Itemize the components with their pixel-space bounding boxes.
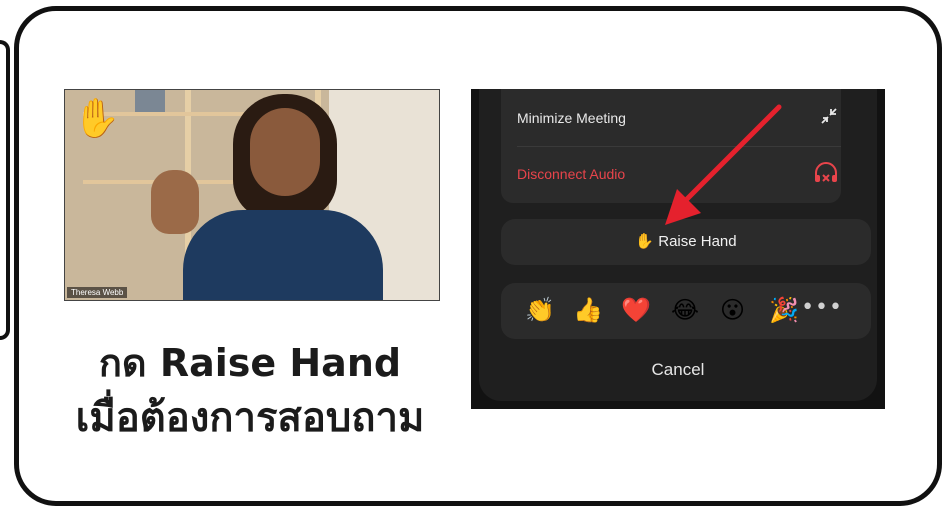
surprised-reaction-icon[interactable]: 😮 xyxy=(720,295,745,325)
thumbs-up-reaction-icon[interactable]: 👍 xyxy=(573,295,603,325)
disconnect-audio-button[interactable]: Disconnect Audio xyxy=(517,154,837,194)
menu-divider xyxy=(517,146,841,147)
person-face xyxy=(250,108,320,196)
raised-hand-icon: ✋ xyxy=(73,96,121,140)
tada-reaction-icon[interactable]: 🎉 xyxy=(769,295,799,325)
cancel-button[interactable]: Cancel xyxy=(479,355,877,385)
heart-reaction-icon[interactable]: ❤️ xyxy=(621,295,651,325)
minimize-icon xyxy=(819,106,839,131)
participant-video-tile: ✋ Theresa Webb xyxy=(64,89,440,301)
action-sheet: Minimize Meeting Disconnect Audio ✋ Rais… xyxy=(479,89,877,401)
headphones-off-icon xyxy=(813,162,839,189)
person-waving-hand xyxy=(151,170,199,234)
person-body xyxy=(183,210,383,300)
books xyxy=(135,90,165,112)
reactions-bar: 👏 👍 ❤️ 😂 😮 🎉 ••• xyxy=(501,283,871,339)
caption-line-2: เมื่อต้องการสอบถาม xyxy=(75,395,425,441)
clap-reaction-icon[interactable]: 👏 xyxy=(525,295,555,325)
minimize-meeting-label: Minimize Meeting xyxy=(517,110,626,126)
more-reactions-button[interactable]: ••• xyxy=(801,295,843,321)
raise-hand-icon: ✋ xyxy=(635,233,655,250)
menu-group: Minimize Meeting Disconnect Audio xyxy=(501,89,841,203)
laugh-reaction-icon[interactable]: 😂 xyxy=(671,295,699,325)
raise-hand-label: Raise Hand xyxy=(658,233,737,250)
minimize-meeting-button[interactable]: Minimize Meeting xyxy=(517,98,837,138)
caption-line-1: กด Raise Hand xyxy=(98,341,402,385)
raise-hand-button[interactable]: ✋ Raise Hand xyxy=(501,219,871,265)
disconnect-audio-label: Disconnect Audio xyxy=(517,166,626,182)
phone-screen: Minimize Meeting Disconnect Audio ✋ Rais… xyxy=(471,89,885,409)
left-panel-edge xyxy=(0,40,10,340)
participant-name-tag: Theresa Webb xyxy=(67,287,128,298)
